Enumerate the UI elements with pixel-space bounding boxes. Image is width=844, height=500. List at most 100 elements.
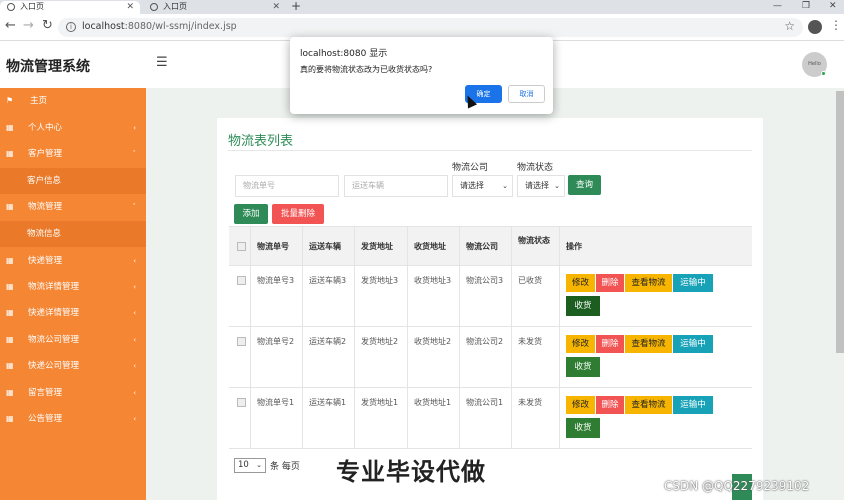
globe-icon xyxy=(7,3,15,11)
header-order: 物流单号 xyxy=(250,227,302,265)
page-size-value: 10 xyxy=(238,460,249,470)
cell-company: 物流公司3 xyxy=(459,266,511,326)
sidebar-item-express-detail[interactable]: ▦ 快递详情管理 ‹ xyxy=(0,300,146,326)
cell-company: 物流公司2 xyxy=(459,327,511,387)
new-tab-button[interactable]: + xyxy=(291,0,301,12)
table-row: 物流单号1 运送车辆1 发货地址1 收货地址1 物流公司1 未发货 修改 删除 … xyxy=(229,388,752,449)
table-row: 物流单号2 运送车辆2 发货地址2 收货地址2 物流公司2 未发货 修改 删除 … xyxy=(229,327,752,388)
cell-from: 发货地址3 xyxy=(354,266,407,326)
query-button[interactable]: 查询 xyxy=(568,175,601,195)
sidebar-item-customers[interactable]: ▦ 客户管理 ˆ xyxy=(0,141,146,167)
edit-button[interactable]: 修改 xyxy=(566,396,595,414)
browser-tab-1[interactable]: 入口页 ✕ xyxy=(0,1,140,14)
edit-button[interactable]: 修改 xyxy=(566,274,595,292)
cell-from: 发货地址1 xyxy=(354,388,407,448)
sidebar-item-home[interactable]: ⚑ 主页 xyxy=(0,88,146,114)
header-vehicle: 运送车辆 xyxy=(302,227,354,265)
watermark-text: 专业毕设代做 xyxy=(336,458,486,486)
receive-button[interactable]: 收货 xyxy=(566,296,600,316)
view-logistics-button[interactable]: 查看物流 xyxy=(625,335,672,353)
sidebar-item-logistics-company[interactable]: ▦ 物流公司管理 ‹ xyxy=(0,327,146,353)
grid-icon: ▦ xyxy=(6,335,14,344)
info-icon[interactable]: i xyxy=(66,22,76,32)
grid-icon: ▦ xyxy=(6,282,14,291)
view-logistics-button[interactable]: 查看物流 xyxy=(625,274,672,292)
url-field[interactable]: i localhost:8080/wl-ssmj/index.jsp ☆ xyxy=(58,18,803,37)
minimize-button[interactable]: — xyxy=(773,0,782,12)
header-from: 发货地址 xyxy=(354,227,407,265)
cell-order: 物流单号1 xyxy=(250,388,302,448)
chevron-down-icon: ⌄ xyxy=(256,461,262,469)
delete-button[interactable]: 删除 xyxy=(596,274,624,292)
grid-icon: ▦ xyxy=(6,149,14,158)
receive-button[interactable]: 收货 xyxy=(566,418,600,438)
chevron-up-icon: ˆ xyxy=(132,203,137,211)
select-all-checkbox[interactable] xyxy=(237,242,246,251)
cell-vehicle: 运送车辆2 xyxy=(302,327,354,387)
csdn-watermark: CSDN @QQ2279239102 xyxy=(664,479,810,493)
chevron-left-icon: ‹ xyxy=(133,389,136,397)
sidebar-item-express[interactable]: ▦ 快递管理 ‹ xyxy=(0,248,146,274)
maximize-button[interactable]: ❐ xyxy=(802,0,810,12)
sidebar-subitem-customer-info[interactable]: 客户信息 xyxy=(0,168,146,194)
edit-button[interactable]: 修改 xyxy=(566,335,595,353)
globe-icon xyxy=(150,3,158,11)
in-transit-button[interactable]: 运输中 xyxy=(673,396,713,414)
header-company: 物流公司 xyxy=(459,227,511,265)
sidebar-item-express-company[interactable]: ▦ 快递公司管理 ‹ xyxy=(0,353,146,379)
add-button[interactable]: 添加 xyxy=(234,204,268,224)
cell-status: 已收货 xyxy=(511,266,559,326)
company-select[interactable]: 请选择 ⌄ xyxy=(452,175,513,197)
sidebar-subitem-logistics-info[interactable]: 物流信息 xyxy=(0,221,146,247)
url-host: localhost xyxy=(82,21,125,32)
menu-kebab-icon[interactable]: ⋮ xyxy=(830,18,842,32)
header-status: 物流状态 xyxy=(511,227,559,265)
sidebar-item-logistics-detail[interactable]: ▦ 物流详情管理 ‹ xyxy=(0,274,146,300)
chevron-left-icon: ‹ xyxy=(133,124,136,132)
delete-button[interactable]: 删除 xyxy=(596,335,624,353)
cell-order: 物流单号3 xyxy=(250,266,302,326)
status-select[interactable]: 请选择 ⌄ xyxy=(517,175,565,197)
view-logistics-button[interactable]: 查看物流 xyxy=(625,396,672,414)
reload-icon[interactable]: ↻ xyxy=(42,19,53,33)
chevron-down-icon: ⌄ xyxy=(554,182,560,190)
grid-icon: ▦ xyxy=(6,123,14,132)
sidebar-item-notices[interactable]: ▦ 公告管理 ‹ xyxy=(0,406,146,432)
bookmark-star-icon[interactable]: ☆ xyxy=(784,19,795,33)
vehicle-input[interactable]: 运送车辆 xyxy=(344,175,448,197)
chevron-left-icon: ‹ xyxy=(133,415,136,423)
flag-icon: ⚑ xyxy=(6,96,14,105)
header-actions: 操作 xyxy=(559,227,752,265)
sidebar-item-messages[interactable]: ▦ 留言管理 ‹ xyxy=(0,380,146,406)
url-text: localhost:8080/wl-ssmj/index.jsp xyxy=(82,21,237,32)
sidebar-item-label: 客户信息 xyxy=(27,176,62,186)
sidebar-item-logistics[interactable]: ▦ 物流管理 ˆ xyxy=(0,194,146,220)
receive-button[interactable]: 收货 xyxy=(566,357,600,377)
hamburger-menu-icon[interactable]: ☰ xyxy=(156,55,168,70)
row-checkbox[interactable] xyxy=(237,276,246,285)
in-transit-button[interactable]: 运输中 xyxy=(673,274,713,292)
delete-button[interactable]: 删除 xyxy=(596,396,624,414)
window-close-button[interactable]: ✕ xyxy=(829,0,837,12)
batch-delete-button[interactable]: 批量删除 xyxy=(272,204,324,224)
sidebar-item-profile[interactable]: ▦ 个人中心 ‹ xyxy=(0,115,146,141)
company-label: 物流公司 xyxy=(452,163,489,173)
row-checkbox[interactable] xyxy=(237,337,246,346)
avatar[interactable]: Hello xyxy=(802,52,827,77)
browser-tabbar: 入口页 ✕ 入口页 ✕ + — ❐ ✕ xyxy=(0,0,844,14)
page-size-select[interactable]: 10 ⌄ xyxy=(234,458,266,473)
back-icon[interactable]: ← xyxy=(5,19,16,33)
cell-actions: 修改 删除 查看物流 运输中 收货 xyxy=(559,327,752,387)
page-scrollbar[interactable] xyxy=(836,91,844,353)
forward-icon[interactable]: → xyxy=(23,19,34,33)
in-transit-button[interactable]: 运输中 xyxy=(673,335,713,353)
row-checkbox[interactable] xyxy=(237,398,246,407)
close-icon[interactable]: ✕ xyxy=(126,1,134,13)
dialog-cancel-button[interactable]: 取消 xyxy=(508,85,545,103)
browser-tab-2[interactable]: 入口页 ✕ xyxy=(143,1,286,14)
close-icon[interactable]: ✕ xyxy=(272,1,280,13)
status-select-value: 请选择 xyxy=(525,181,549,190)
profile-icon[interactable] xyxy=(808,20,822,34)
online-status-dot xyxy=(821,71,826,76)
order-number-input[interactable]: 物流单号 xyxy=(235,175,339,197)
